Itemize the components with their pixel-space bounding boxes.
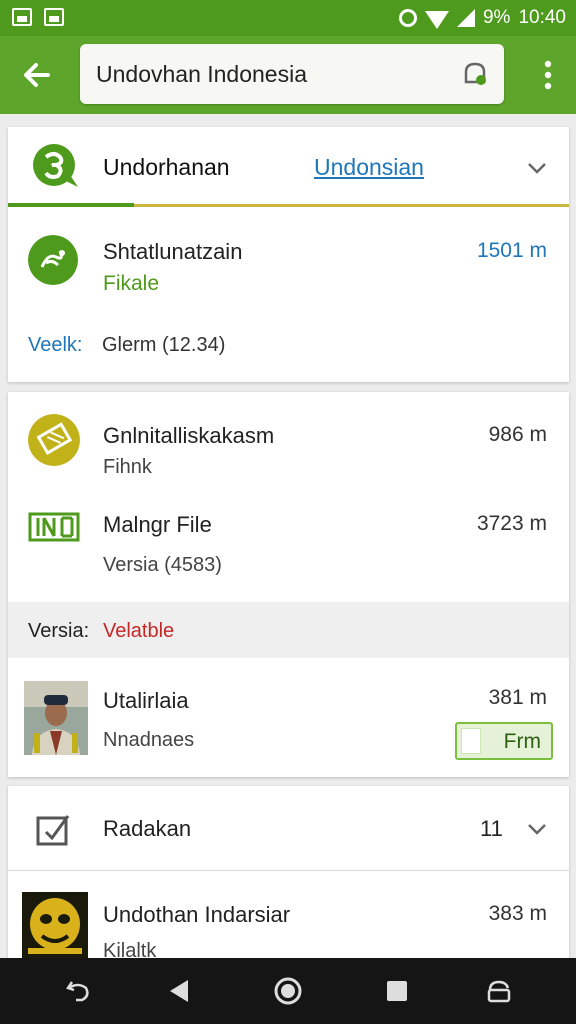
- mask-thumbnail: [22, 892, 88, 958]
- image-icon: [44, 8, 64, 26]
- region-link[interactable]: Undonsian: [314, 154, 424, 181]
- item-distance: 383 m: [488, 902, 547, 925]
- app-logo-icon: [33, 144, 78, 187]
- header-card: Undorhanan Undonsian Shtatlunatzain Fika…: [8, 127, 569, 382]
- from-button-label: Frm: [503, 730, 541, 753]
- arrow-left-icon: [24, 63, 50, 87]
- version-status: Velatble: [103, 620, 175, 642]
- person-photo: [24, 681, 88, 755]
- app-bar: Undovhan Indonesia: [0, 36, 576, 114]
- item-title: Undothan Indarsiar: [103, 902, 291, 927]
- results-card: Gnlnitalliskakasm Fihnk 986 m Malngr Fil…: [8, 392, 569, 777]
- screen-rotate-icon[interactable]: [484, 976, 514, 1006]
- divider: [8, 870, 569, 871]
- home-circle-icon[interactable]: [273, 976, 303, 1006]
- chevron-down-icon[interactable]: [526, 157, 548, 179]
- item-subtitle: Fikale: [103, 272, 160, 295]
- version-label: Versia:: [28, 620, 90, 642]
- chevron-down-icon[interactable]: [526, 818, 548, 840]
- item-distance: 986 m: [488, 423, 547, 446]
- tab-track: [134, 204, 569, 207]
- back-button[interactable]: [18, 56, 56, 94]
- back-triangle-icon[interactable]: [164, 976, 194, 1006]
- toggle-knob: [461, 728, 481, 754]
- clock: 10:40: [518, 7, 566, 28]
- search-field[interactable]: Undovhan Indonesia: [80, 44, 504, 104]
- place-icon: [28, 235, 78, 285]
- edit-box-icon: [36, 815, 70, 846]
- category-title: Radakan: [103, 816, 192, 841]
- from-toggle-button[interactable]: Frm: [455, 722, 553, 760]
- detail-label: Veelk:: [28, 334, 83, 356]
- wifi-icon: [424, 11, 449, 29]
- item-distance: 3723 m: [476, 512, 547, 535]
- system-nav-bar: [0, 958, 576, 1024]
- signal-icon: [456, 9, 475, 27]
- item-distance: 381 m: [488, 686, 547, 709]
- battery-level: 9%: [482, 7, 511, 28]
- search-input[interactable]: Undovhan Indonesia: [96, 61, 307, 88]
- status-bar: 9% 10:40: [0, 0, 576, 36]
- recents-square-icon[interactable]: [382, 976, 412, 1006]
- item-title: Utalirlaia: [103, 688, 189, 713]
- file-grid-icon: [28, 512, 80, 542]
- item-subtitle: Versia (4583): [103, 554, 222, 576]
- screenshot-icon: [12, 8, 32, 26]
- version-row: Versia: Velatble: [8, 602, 569, 658]
- search-icon[interactable]: [460, 58, 490, 88]
- alarm-icon: [398, 9, 417, 27]
- category-count: 11: [480, 816, 503, 841]
- header-tab-row[interactable]: Undorhanan Undonsian: [8, 127, 569, 207]
- item-title: Gnlnitalliskakasm: [103, 423, 275, 448]
- item-title: Shtatlunatzain: [103, 239, 243, 264]
- header-title: Undorhanan: [103, 154, 230, 180]
- item-title: Malngr File: [103, 512, 212, 537]
- item-distance: 1501 m: [476, 239, 547, 262]
- detail-value: Glerm (12.34): [102, 334, 226, 356]
- more-vertical-icon: [544, 60, 552, 90]
- active-tab-indicator: [8, 203, 134, 207]
- item-subtitle: Nnadnaes: [103, 729, 195, 751]
- undo-icon[interactable]: [64, 976, 94, 1006]
- ticket-icon: [28, 414, 80, 466]
- category-card: Radakan 11 Undothan Indarsiar Kilaltk 38…: [8, 786, 569, 962]
- item-subtitle: Fihnk: [103, 456, 152, 478]
- overflow-menu-button[interactable]: [538, 58, 558, 92]
